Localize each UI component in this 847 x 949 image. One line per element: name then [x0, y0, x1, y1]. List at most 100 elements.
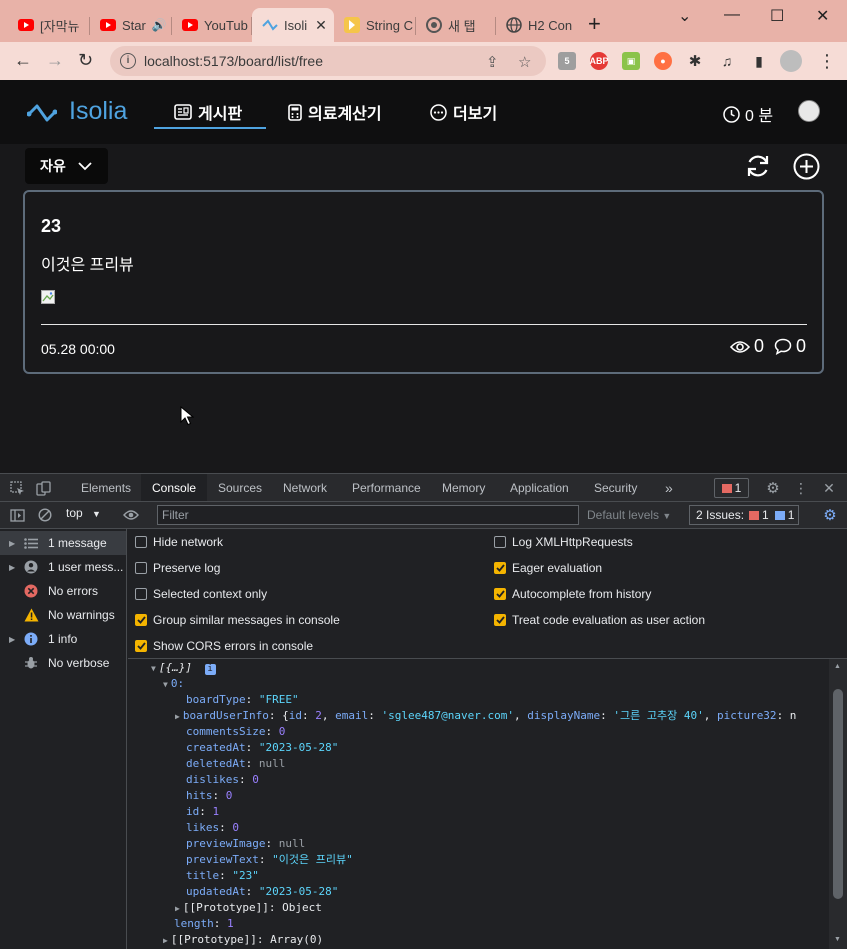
more-tabs-icon[interactable]: »: [665, 474, 673, 501]
devtools-tab-memory[interactable]: Memory: [442, 474, 485, 501]
checkbox[interactable]: [494, 536, 506, 548]
settings-gear-icon[interactable]: ⚙: [765, 480, 781, 497]
dropper-extension-icon[interactable]: ●: [654, 52, 672, 70]
html5-extension-icon[interactable]: 5: [558, 52, 576, 70]
new-post-button[interactable]: [792, 152, 820, 180]
nav-more[interactable]: 더보기: [430, 100, 497, 124]
user-avatar[interactable]: [798, 100, 820, 122]
live-expression-eye-icon[interactable]: [123, 507, 139, 523]
sidebar-item-warnings[interactable]: No warnings: [0, 603, 126, 627]
scroll-up-icon[interactable]: ▲: [834, 663, 841, 670]
forward-button[interactable]: →: [46, 51, 64, 69]
console-filter-input[interactable]: Filter: [157, 505, 579, 525]
browser-tab[interactable]: YouTub: [172, 8, 252, 42]
devtools-tab-security[interactable]: Security: [594, 474, 637, 501]
issues-button[interactable]: 2 Issues: 1 1: [689, 505, 799, 525]
url-text[interactable]: localhost:5173/board/list/free: [144, 53, 323, 69]
inspect-element-icon[interactable]: [9, 480, 25, 496]
site-info-icon[interactable]: i: [120, 53, 136, 69]
share-icon[interactable]: ⇪: [486, 53, 499, 71]
checkbox-checked[interactable]: [135, 614, 147, 626]
post-card[interactable]: 23 이것은 프리뷰 05.28 00:00 0 0: [23, 190, 824, 374]
close-devtools-icon[interactable]: ✕: [821, 480, 837, 496]
back-button[interactable]: ←: [14, 51, 32, 69]
checkbox-checked[interactable]: [494, 562, 506, 574]
sidebar-item-messages[interactable]: ▶ 1 message: [0, 531, 126, 555]
address-bar[interactable]: i localhost:5173/board/list/free ⇪ ☆: [110, 46, 546, 76]
devtools-tab-application[interactable]: Application: [510, 474, 569, 501]
tab-search-icon[interactable]: ⌄: [678, 6, 691, 26]
console-index-row[interactable]: ▼ 0:: [163, 676, 184, 693]
adblock-extension-icon[interactable]: ABP: [590, 52, 609, 70]
checkbox[interactable]: [135, 588, 147, 600]
devtools-tab-network[interactable]: Network: [283, 474, 327, 501]
logo[interactable]: Isolia: [27, 97, 127, 126]
setting-autocomplete[interactable]: Autocomplete from history: [494, 587, 651, 601]
close-tab-icon[interactable]: ✕: [315, 17, 327, 34]
browser-tab-active[interactable]: Isoli ✕: [252, 8, 334, 42]
error-count-badge[interactable]: 1: [714, 478, 749, 498]
board-type-select[interactable]: 자유: [25, 148, 108, 184]
sidebar-item-user-messages[interactable]: ▶ 1 user mess...: [0, 555, 126, 579]
log-levels-select[interactable]: Default levels ▼: [587, 508, 671, 522]
checkbox-checked[interactable]: [494, 588, 506, 600]
speaker-icon[interactable]: 🔊: [152, 18, 167, 32]
setting-preserve-log[interactable]: Preserve log: [135, 561, 220, 575]
devtools-tab-elements[interactable]: Elements: [81, 474, 131, 501]
console-prototype-object[interactable]: ▶ [[Prototype]]: Object: [175, 900, 322, 917]
console-array-row[interactable]: ▼ [{…}] i: [151, 660, 216, 677]
console-scrollbar[interactable]: ▲ ▼: [829, 659, 847, 949]
checkbox[interactable]: [135, 536, 147, 548]
browser-tab[interactable]: [자막뉴: [8, 8, 90, 42]
nav-board[interactable]: 게시판: [174, 100, 242, 124]
media-control-icon[interactable]: ♫: [718, 52, 736, 70]
console-field-row[interactable]: ▶ boardUserInfo: {id: 2, email: 'sglee487…: [175, 708, 796, 725]
checkbox[interactable]: [135, 562, 147, 574]
minimize-button[interactable]: —: [724, 6, 740, 24]
setting-eager-eval[interactable]: Eager evaluation: [494, 561, 602, 575]
side-panel-icon[interactable]: ▮: [750, 52, 768, 70]
reload-button[interactable]: ↻: [78, 51, 93, 69]
eye-icon: [729, 340, 750, 353]
devtools-menu-icon[interactable]: ⋮: [793, 480, 809, 496]
console-settings-gear-icon[interactable]: ⚙: [822, 507, 838, 524]
isolia-logo-icon: [27, 104, 57, 121]
scroll-down-icon[interactable]: ▼: [834, 936, 841, 943]
browser-menu-icon[interactable]: ⋮: [818, 51, 836, 72]
nav-calculator[interactable]: 의료계산기: [288, 100, 382, 124]
console-prototype-array[interactable]: ▶ [[Prototype]]: Array(0): [163, 932, 323, 949]
maximize-button[interactable]: ☐: [770, 6, 784, 26]
checkbox-checked[interactable]: [135, 640, 147, 652]
devtools-tab-sources[interactable]: Sources: [218, 474, 262, 501]
image-extension-icon[interactable]: ▣: [622, 52, 640, 70]
sidebar-item-errors[interactable]: No errors: [0, 579, 126, 603]
checkbox-checked[interactable]: [494, 614, 506, 626]
sidebar-item-verbose[interactable]: No verbose: [0, 651, 126, 675]
setting-hide-network[interactable]: Hide network: [135, 535, 223, 549]
devtools-tab-bar: Elements Console Sources Network Perform…: [0, 474, 847, 502]
new-tab-button[interactable]: +: [588, 13, 601, 35]
sidebar-item-info[interactable]: ▶ 1 info: [0, 627, 126, 651]
sidebar-toggle-icon[interactable]: [9, 507, 25, 523]
bookmark-star-icon[interactable]: ☆: [518, 53, 531, 71]
device-toolbar-icon[interactable]: [35, 480, 51, 496]
extensions-puzzle-icon[interactable]: ✱: [686, 52, 704, 70]
setting-cors-errors[interactable]: Show CORS errors in console: [135, 639, 313, 653]
refresh-button[interactable]: [744, 152, 772, 180]
scrollbar-thumb[interactable]: [833, 689, 843, 899]
devtools-tab-console[interactable]: Console: [141, 474, 208, 501]
setting-group-similar[interactable]: Group similar messages in console: [135, 613, 340, 627]
profile-avatar[interactable]: [780, 50, 802, 72]
browser-tab[interactable]: 새 탭: [416, 8, 496, 42]
browser-tab[interactable]: H2 Con: [496, 8, 576, 42]
close-window-button[interactable]: ✕: [816, 6, 829, 26]
setting-user-action[interactable]: Treat code evaluation as user action: [494, 613, 705, 627]
browser-tab[interactable]: String C: [334, 8, 416, 42]
devtools-tab-performance[interactable]: Performance: [352, 474, 421, 501]
clear-console-icon[interactable]: [37, 507, 53, 523]
setting-log-xhr[interactable]: Log XMLHttpRequests: [494, 535, 633, 549]
browser-tab[interactable]: Star 🔊: [90, 8, 172, 42]
context-select[interactable]: top ▼: [66, 506, 101, 520]
views-stat: 0: [729, 336, 764, 357]
setting-selected-context[interactable]: Selected context only: [135, 587, 267, 601]
